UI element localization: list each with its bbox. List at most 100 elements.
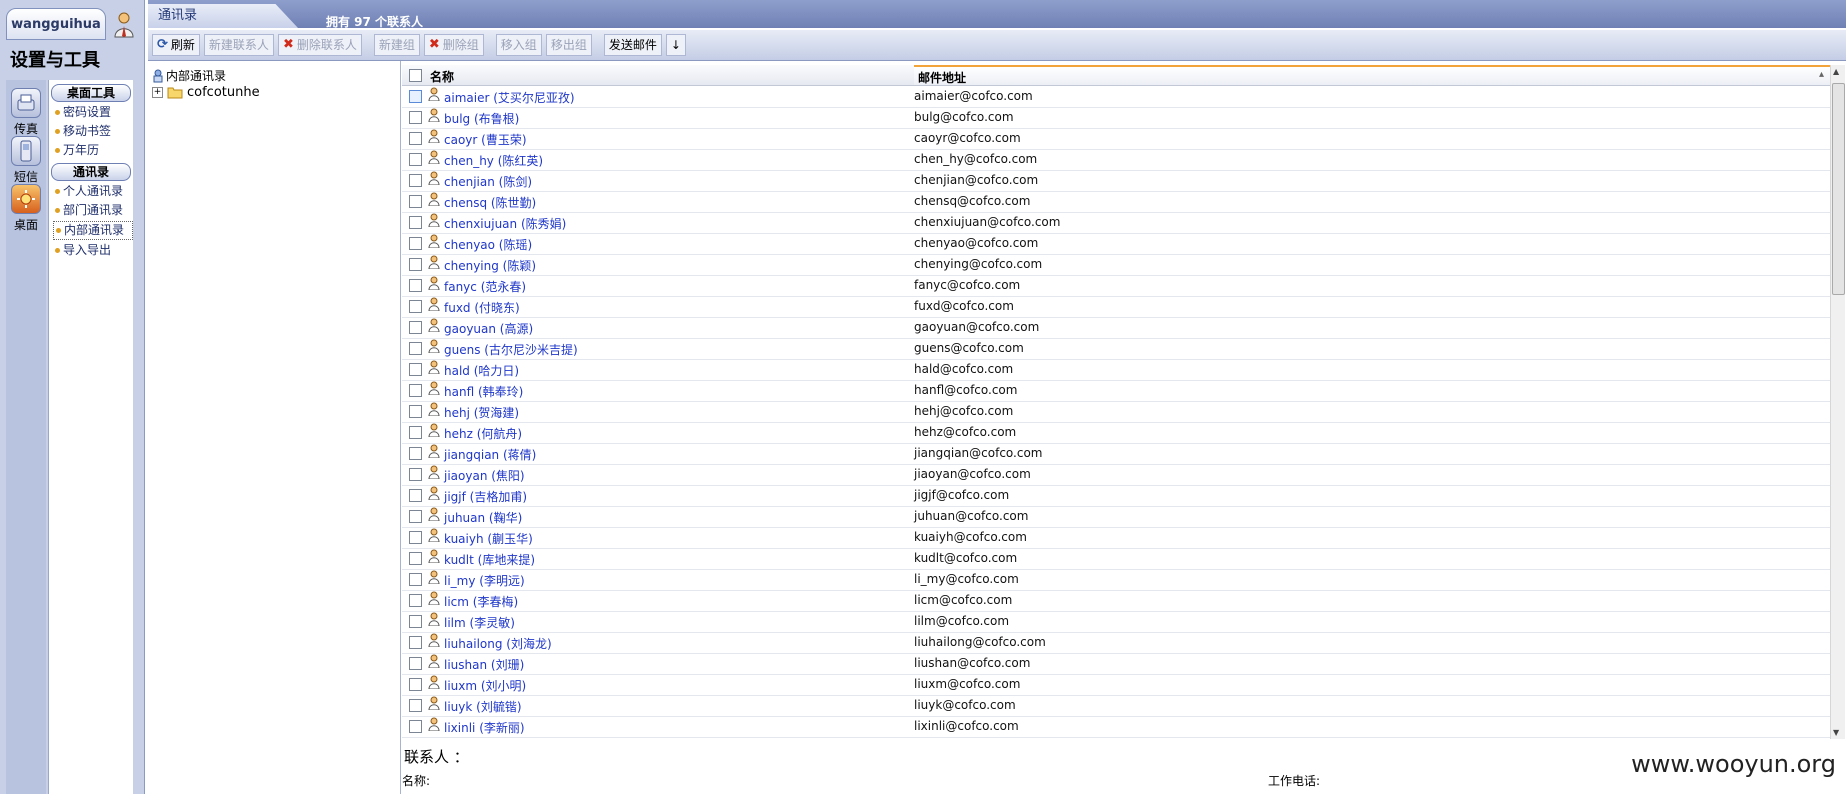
row-checkbox[interactable] [409, 531, 422, 544]
contact-name-link[interactable]: bulg (布鲁根) [444, 110, 519, 127]
move-to-group-button[interactable]: 移入组 [495, 34, 542, 56]
table-row[interactable]: liuxm (刘小明) liuxm@cofco.com [402, 674, 1830, 696]
contact-name-link[interactable]: liuxm (刘小明) [444, 677, 526, 694]
vertical-scrollbar[interactable]: ▲ ▼ [1830, 65, 1845, 739]
row-checkbox[interactable] [409, 132, 422, 145]
scroll-down-icon[interactable]: ▼ [1833, 728, 1839, 737]
contact-name-link[interactable]: guens (古尔尼沙米吉提) [444, 341, 578, 358]
contact-name-link[interactable]: chenjian (陈剑) [444, 173, 532, 190]
contact-name-link[interactable]: lilm (李灵敏) [444, 614, 515, 631]
row-checkbox[interactable] [409, 195, 422, 208]
row-checkbox[interactable] [409, 279, 422, 292]
row-checkbox[interactable] [409, 615, 422, 628]
row-checkbox[interactable] [409, 174, 422, 187]
sms-button[interactable]: 短信 [10, 136, 42, 185]
delete-contact-button[interactable]: ✖ 删除联系人 [277, 34, 362, 56]
row-checkbox[interactable] [409, 300, 422, 313]
column-mail-header[interactable]: 邮件地址 ▴ [914, 65, 1830, 85]
row-checkbox[interactable] [409, 237, 422, 250]
select-all-checkbox[interactable] [409, 69, 422, 82]
table-row[interactable]: chenxiujuan (陈秀娟) chenxiujuan@cofco.com [402, 212, 1830, 234]
table-row[interactable]: bulg (布鲁根) bulg@cofco.com [402, 107, 1830, 129]
table-row[interactable]: liuhailong (刘海龙) liuhailong@cofco.com [402, 632, 1830, 654]
tab-contacts[interactable]: 通讯录 [148, 4, 298, 28]
table-row[interactable]: fanyc (范永春) fanyc@cofco.com [402, 275, 1830, 297]
contact-name-link[interactable]: fuxd (付晓东) [444, 299, 520, 316]
row-checkbox[interactable] [409, 405, 422, 418]
sort-down-button[interactable]: ↓ [665, 34, 686, 56]
row-checkbox[interactable] [409, 426, 422, 439]
table-row[interactable]: hald (哈力日) hald@cofco.com [402, 359, 1830, 381]
row-checkbox[interactable] [409, 447, 422, 460]
row-checkbox[interactable] [409, 678, 422, 691]
row-checkbox[interactable] [409, 384, 422, 397]
row-checkbox[interactable] [409, 258, 422, 271]
table-row[interactable]: kuaiyh (蒯玉华) kuaiyh@cofco.com [402, 527, 1830, 549]
row-checkbox[interactable] [409, 321, 422, 334]
table-row[interactable]: liushan (刘珊) liushan@cofco.com [402, 653, 1830, 675]
menu-internal-contacts[interactable]: 内部通讯录 [53, 221, 133, 240]
contact-name-link[interactable]: chenyao (陈瑶) [444, 236, 532, 253]
table-row[interactable]: hehj (贺海建) hehj@cofco.com [402, 401, 1830, 423]
row-checkbox[interactable] [409, 657, 422, 670]
refresh-button[interactable]: ⟳ 刷新 [152, 34, 200, 56]
table-row[interactable]: jiaoyan (焦阳) jiaoyan@cofco.com [402, 464, 1830, 486]
table-row[interactable]: chenying (陈颖) chenying@cofco.com [402, 254, 1830, 276]
delete-group-button[interactable]: ✖ 删除组 [423, 34, 484, 56]
table-row[interactable]: liuyk (刘毓锴) liuyk@cofco.com [402, 695, 1830, 717]
contact-name-link[interactable]: chen_hy (陈红英) [444, 152, 543, 169]
menu-mobile-bookmarks[interactable]: 移动书签 [53, 123, 133, 140]
row-checkbox[interactable] [409, 699, 422, 712]
contact-name-link[interactable]: kuaiyh (蒯玉华) [444, 530, 533, 547]
row-checkbox[interactable] [409, 552, 422, 565]
new-group-button[interactable]: 新建组 [373, 34, 420, 56]
send-mail-button[interactable]: 发送邮件 [603, 34, 662, 56]
table-row[interactable]: caoyr (曹玉荣) caoyr@cofco.com [402, 128, 1830, 150]
menu-department-contacts[interactable]: 部门通讯录 [53, 202, 133, 219]
user-avatar-icon[interactable] [112, 10, 136, 38]
table-row[interactable]: jigjf (吉格加甫) jigjf@cofco.com [402, 485, 1830, 507]
table-row[interactable]: lilm (李灵敏) lilm@cofco.com [402, 611, 1830, 633]
contact-name-link[interactable]: lixinli (李新丽) [444, 719, 525, 736]
contact-name-link[interactable]: liuyk (刘毓锴) [444, 698, 522, 715]
table-row[interactable]: aimaier (艾买尔尼亚孜) aimaier@cofco.com [402, 86, 1830, 108]
menu-personal-contacts[interactable]: 个人通讯录 [53, 183, 133, 200]
table-row[interactable]: jiangqian (蒋倩) jiangqian@cofco.com [402, 443, 1830, 465]
remove-from-group-button[interactable]: 移出组 [545, 34, 592, 56]
tree-root[interactable]: 内部通讯录 [152, 67, 226, 84]
contact-name-link[interactable]: jiaoyan (焦阳) [444, 467, 525, 484]
table-row[interactable]: li_my (李明远) li_my@cofco.com [402, 569, 1830, 591]
table-row[interactable]: chenjian (陈剑) chenjian@cofco.com [402, 170, 1830, 192]
table-row[interactable]: chensq (陈世勤) chensq@cofco.com [402, 191, 1830, 213]
contact-name-link[interactable]: hald (哈力日) [444, 362, 519, 379]
table-row[interactable]: hehz (何航舟) hehz@cofco.com [402, 422, 1830, 444]
table-row[interactable]: gaoyuan (高源) gaoyuan@cofco.com [402, 317, 1830, 339]
contact-name-link[interactable]: caoyr (曹玉荣) [444, 131, 527, 148]
contact-name-link[interactable]: chensq (陈世勤) [444, 194, 536, 211]
fax-button[interactable]: 传真 [10, 88, 42, 137]
row-checkbox[interactable] [409, 90, 422, 103]
new-contact-button[interactable]: 新建联系人 [203, 34, 274, 56]
contact-name-link[interactable]: kudlt (库地来提) [444, 551, 535, 568]
menu-calendar[interactable]: 万年历 [53, 142, 133, 159]
row-checkbox[interactable] [409, 510, 422, 523]
contact-name-link[interactable]: fanyc (范永春) [444, 278, 526, 295]
contact-name-link[interactable]: hanfl (韩奉玲) [444, 383, 523, 400]
table-row[interactable]: guens (古尔尼沙米吉提) guens@cofco.com [402, 338, 1830, 360]
contact-name-link[interactable]: chenxiujuan (陈秀娟) [444, 215, 566, 232]
table-row[interactable]: chenyao (陈瑶) chenyao@cofco.com [402, 233, 1830, 255]
menu-import-export[interactable]: 导入导出 [53, 242, 133, 259]
user-tab[interactable]: wangguihua [6, 8, 106, 40]
column-name-header[interactable]: 名称 [430, 68, 454, 85]
contact-name-link[interactable]: gaoyuan (高源) [444, 320, 533, 337]
contact-name-link[interactable]: li_my (李明远) [444, 572, 525, 589]
desktop-button[interactable]: 桌面 [10, 184, 42, 233]
contact-name-link[interactable]: chenying (陈颖) [444, 257, 536, 274]
row-checkbox[interactable] [409, 111, 422, 124]
contact-name-link[interactable]: hehj (贺海建) [444, 404, 519, 421]
row-checkbox[interactable] [409, 468, 422, 481]
contact-name-link[interactable]: liushan (刘珊) [444, 656, 524, 673]
row-checkbox[interactable] [409, 720, 422, 733]
scrollbar-thumb[interactable] [1832, 83, 1845, 295]
contact-name-link[interactable]: hehz (何航舟) [444, 425, 522, 442]
